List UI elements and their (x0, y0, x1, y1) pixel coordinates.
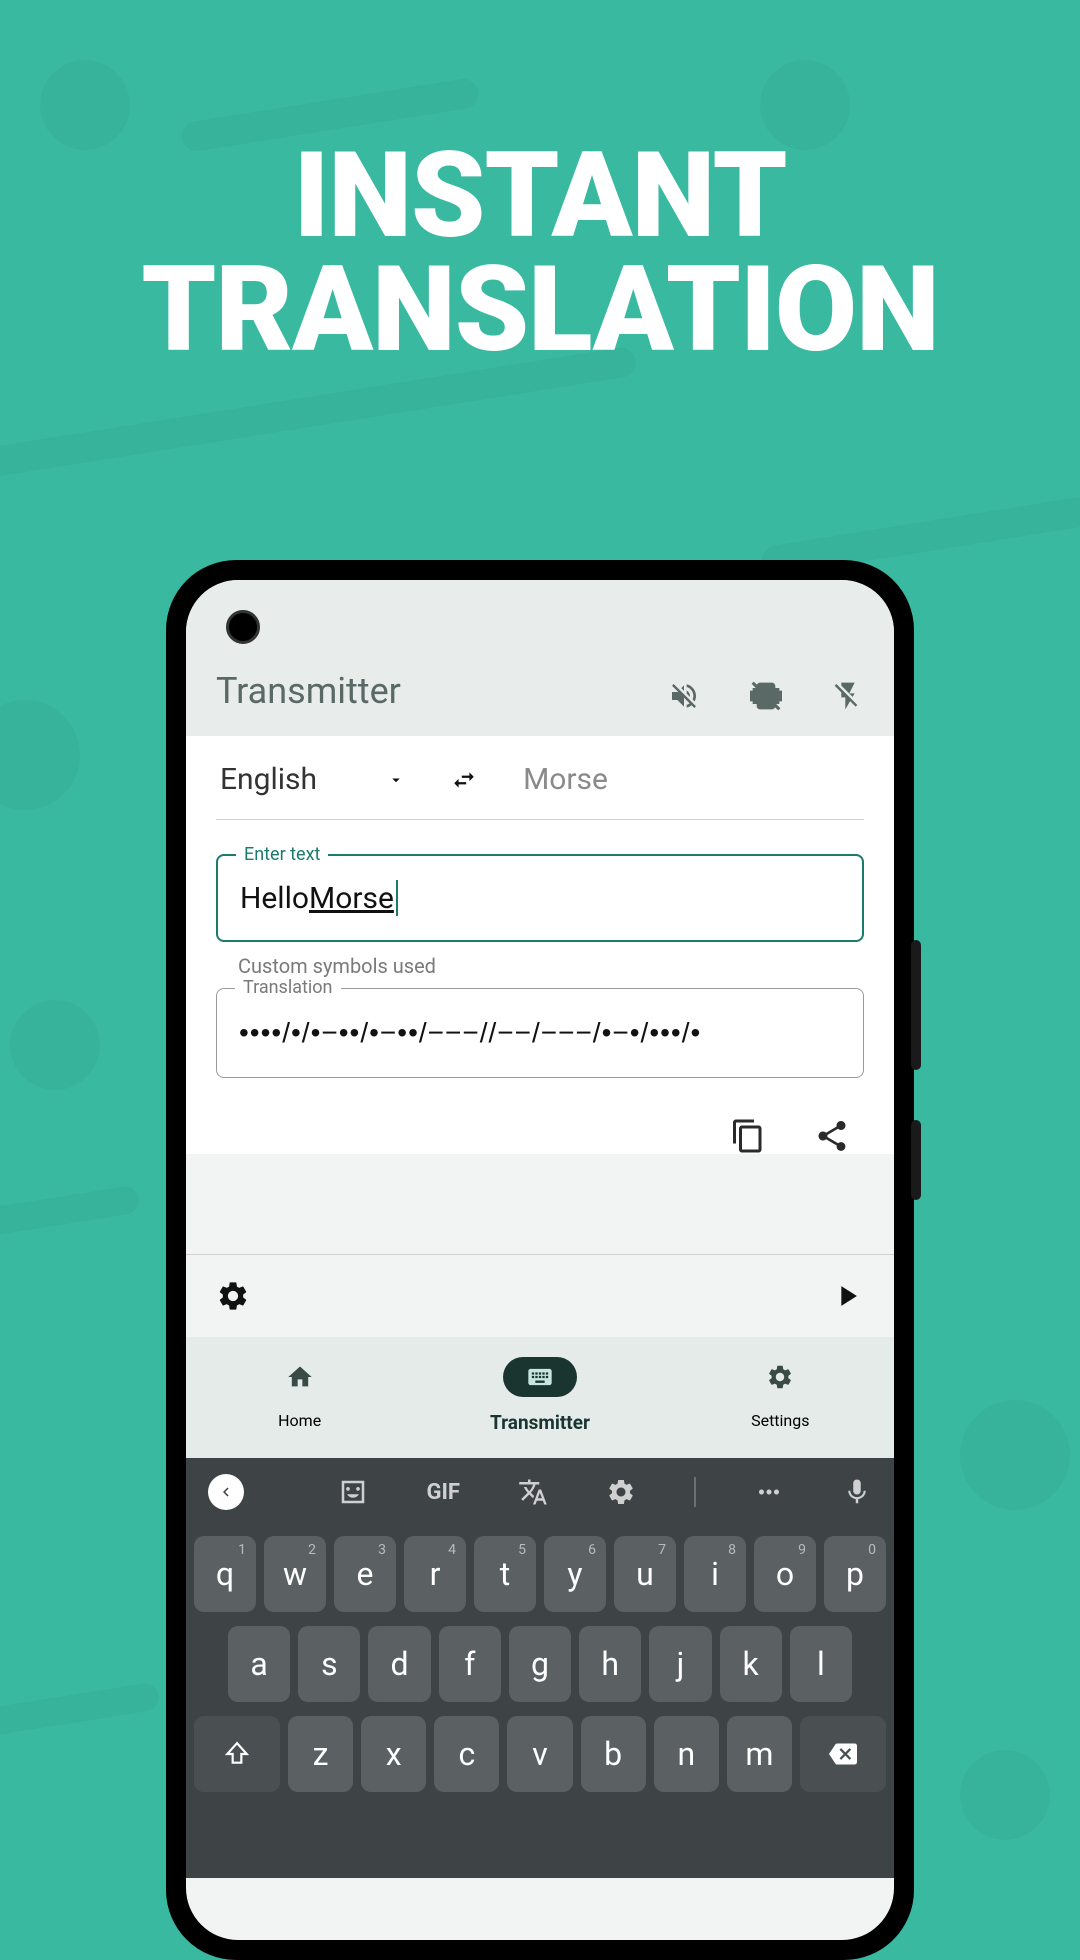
source-language-label: English (220, 762, 317, 797)
share-icon[interactable] (814, 1118, 850, 1154)
key-j[interactable]: j (649, 1626, 711, 1702)
key-b[interactable]: b (581, 1716, 646, 1792)
translation-output-field: Translation ••••/•/•−••/•−••/−−−//−−/−−−… (216, 988, 864, 1078)
key-x[interactable]: x (361, 1716, 426, 1792)
key-v[interactable]: v (507, 1716, 572, 1792)
key-p[interactable]: p0 (824, 1536, 886, 1612)
key-h[interactable]: h (579, 1626, 641, 1702)
gif-icon[interactable]: GIF (426, 1480, 460, 1505)
input-label: Enter text (236, 844, 328, 865)
gear-icon[interactable] (216, 1279, 250, 1313)
translate-icon[interactable] (518, 1477, 548, 1507)
flash-off-icon[interactable] (832, 680, 864, 712)
hero-line2: TRANSLATION (0, 254, 1080, 368)
home-icon (286, 1363, 314, 1391)
nav-transmitter[interactable]: Transmitter (490, 1357, 590, 1434)
translation-value: ••••/•/•−••/•−••/−−−//−−/−−−/•−•/•••/• (217, 989, 863, 1077)
key-i[interactable]: i8 (684, 1536, 746, 1612)
keyboard-icon (526, 1363, 554, 1391)
keyboard-back-icon[interactable] (208, 1474, 244, 1510)
backspace-icon (829, 1740, 857, 1768)
custom-symbols-hint: Custom symbols used (238, 954, 864, 978)
nav-home[interactable]: Home (263, 1357, 337, 1434)
key-n[interactable]: n (654, 1716, 719, 1792)
translator-content: English Morse Enter text Hello Morse Cus… (186, 736, 894, 1154)
source-language-dropdown[interactable]: English (220, 762, 405, 797)
phone-frame: Transmitter English Morse Enter text Hel… (166, 560, 914, 1960)
shift-key[interactable] (194, 1716, 280, 1792)
key-c[interactable]: c (434, 1716, 499, 1792)
nav-label: Transmitter (490, 1411, 590, 1434)
phone-screen: Transmitter English Morse Enter text Hel… (186, 580, 894, 1940)
key-l[interactable]: l (790, 1626, 852, 1702)
bottom-nav: Home Transmitter Settings (186, 1337, 894, 1458)
nav-settings[interactable]: Settings (743, 1357, 817, 1434)
swap-icon[interactable] (451, 767, 477, 793)
text-input-field[interactable]: Enter text Hello Morse (216, 854, 864, 942)
key-u[interactable]: u7 (614, 1536, 676, 1612)
keyboard: GIF q1w2e3r4t5y6u7i8o9p0 asdfghjkl zxcvb… (186, 1458, 894, 1878)
key-q[interactable]: q1 (194, 1536, 256, 1612)
key-t[interactable]: t5 (474, 1536, 536, 1612)
key-y[interactable]: y6 (544, 1536, 606, 1612)
play-icon[interactable] (830, 1279, 864, 1313)
shift-icon (224, 1741, 250, 1767)
language-row: English Morse (216, 762, 864, 820)
keyboard-settings-icon[interactable] (606, 1477, 636, 1507)
control-bar (186, 1254, 894, 1337)
key-g[interactable]: g (509, 1626, 571, 1702)
key-k[interactable]: k (720, 1626, 782, 1702)
key-f[interactable]: f (439, 1626, 501, 1702)
more-icon[interactable] (754, 1477, 784, 1507)
key-d[interactable]: d (368, 1626, 430, 1702)
backspace-key[interactable] (800, 1716, 886, 1792)
settings-icon (766, 1363, 794, 1391)
key-w[interactable]: w2 (264, 1536, 326, 1612)
nav-label: Settings (751, 1411, 809, 1430)
page-title: Transmitter (216, 670, 401, 712)
key-z[interactable]: z (288, 1716, 353, 1792)
input-value: Hello Morse (218, 856, 862, 940)
key-r[interactable]: r4 (404, 1536, 466, 1612)
mute-sound-icon[interactable] (668, 680, 700, 712)
key-e[interactable]: e3 (334, 1536, 396, 1612)
destination-language-label: Morse (523, 762, 608, 797)
sticker-icon[interactable] (338, 1477, 368, 1507)
hero-title: INSTANT TRANSLATION (0, 140, 1080, 368)
app-header: Transmitter (186, 580, 894, 736)
chevron-down-icon (387, 771, 405, 789)
nav-label: Home (278, 1411, 321, 1430)
key-m[interactable]: m (727, 1716, 792, 1792)
mute-vibration-icon[interactable] (750, 680, 782, 712)
hero-line1: INSTANT (0, 140, 1080, 254)
key-a[interactable]: a (228, 1626, 290, 1702)
camera-icon (226, 610, 260, 644)
copy-icon[interactable] (730, 1118, 766, 1154)
translation-label: Translation (235, 977, 341, 998)
key-s[interactable]: s (298, 1626, 360, 1702)
key-o[interactable]: o9 (754, 1536, 816, 1612)
mic-icon[interactable] (842, 1477, 872, 1507)
